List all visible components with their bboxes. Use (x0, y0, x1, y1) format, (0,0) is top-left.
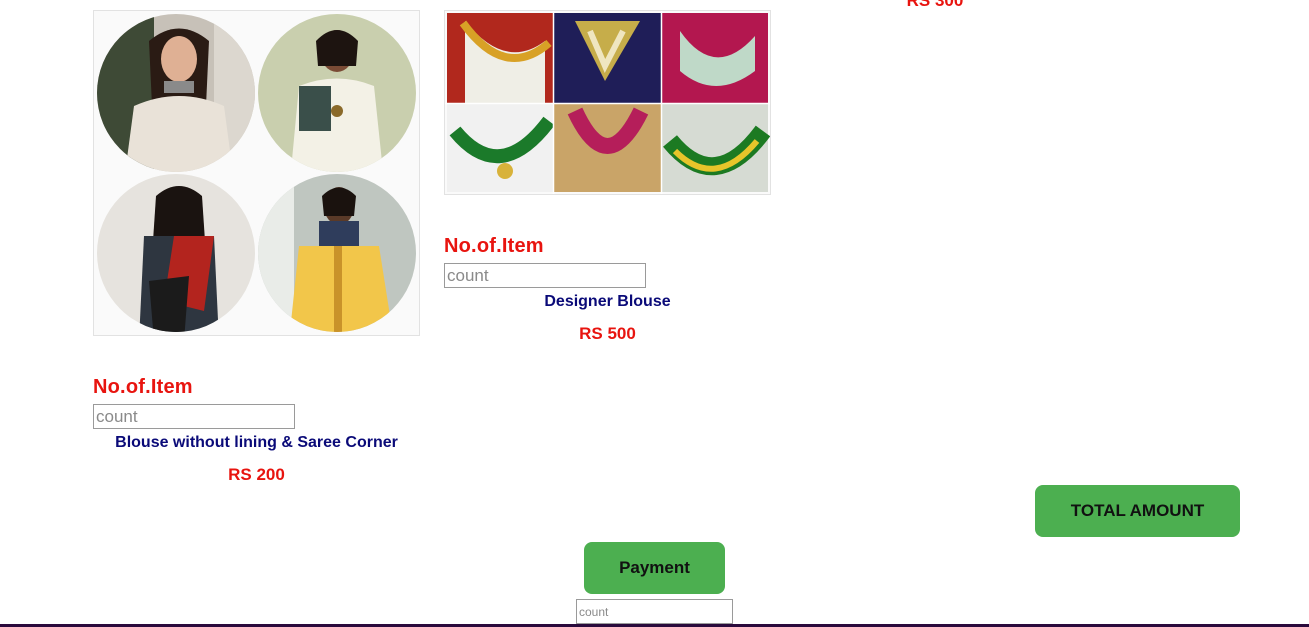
designer-blouse-graphic (445, 11, 770, 194)
designer-blouse-count-input[interactable] (444, 263, 646, 288)
blouse-lining-name: Blouse without lining & Saree Corner (115, 434, 398, 451)
saree-collage-image (93, 10, 420, 336)
top-item-price: RS 300 (906, 0, 964, 10)
designer-blouse-image (444, 10, 771, 195)
blouse-lining-qty-label: No.of.Item (93, 376, 193, 398)
designer-blouse-qty-label: No.of.Item (444, 235, 544, 257)
blouse-lining-count-input[interactable] (93, 404, 295, 429)
payment-count-input[interactable] (576, 599, 733, 624)
payment-button[interactable]: Payment (584, 542, 725, 594)
designer-blouse-price: RS 500 (579, 324, 636, 343)
saree-collage-graphic (97, 14, 416, 332)
total-amount-button[interactable]: TOTAL AMOUNT (1035, 485, 1240, 537)
blouse-lining-price: RS 200 (228, 465, 285, 484)
designer-blouse-name: Designer Blouse (544, 293, 671, 310)
